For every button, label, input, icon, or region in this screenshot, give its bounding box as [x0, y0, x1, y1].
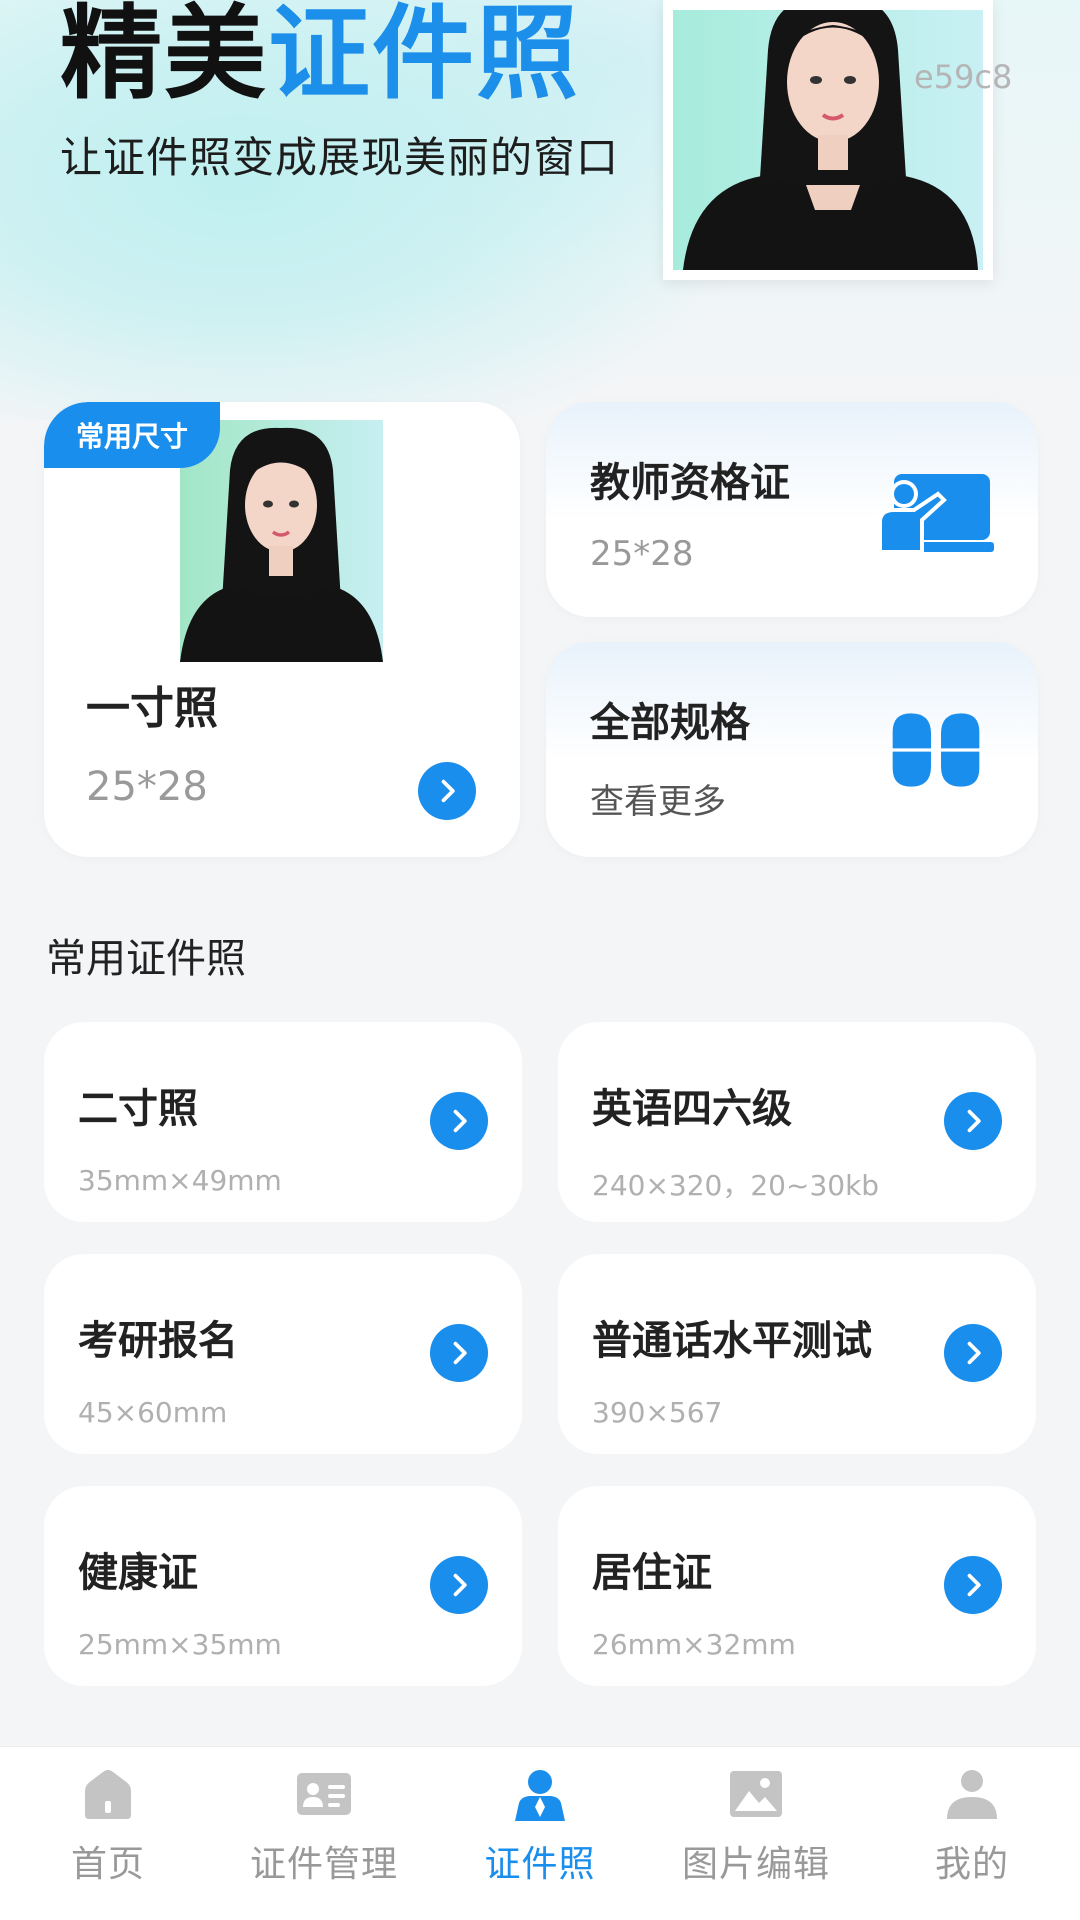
chevron-right-icon[interactable] [430, 1324, 488, 1382]
chevron-right-icon[interactable] [430, 1556, 488, 1614]
item-spec: 390×567 [592, 1396, 723, 1429]
side-card-title: 教师资格证 [590, 460, 790, 506]
hero-title-black: 精美 [60, 0, 268, 114]
list-item[interactable]: 考研报名 45×60mm [44, 1254, 522, 1454]
side-card-subtitle: 25*28 [590, 534, 694, 574]
list-item[interactable]: 普通话水平测试 390×567 [558, 1254, 1036, 1454]
tab-id-manage[interactable]: 证件管理 [216, 1747, 432, 1920]
featured-title: 一寸照 [86, 683, 218, 734]
person-portrait-icon [515, 1770, 565, 1821]
featured-portrait-photo [180, 420, 383, 662]
featured-size: 25*28 [86, 764, 208, 810]
item-spec: 25mm×35mm [78, 1628, 282, 1661]
list-item[interactable]: 健康证 25mm×35mm [44, 1486, 522, 1686]
side-card-subtitle: 查看更多 [590, 782, 726, 822]
home-icon [85, 1770, 131, 1819]
tab-label: 首页 [70, 1844, 145, 1885]
teacher-cert-card[interactable]: 教师资格证 25*28 [546, 402, 1038, 617]
section-title: 常用证件照 [46, 936, 246, 982]
item-title: 健康证 [78, 1550, 198, 1596]
hero-portrait-photo [663, 0, 993, 280]
hero-subtitle: 让证件照变成展现美丽的窗口 [60, 133, 620, 182]
tab-label: 我的 [934, 1844, 1009, 1885]
watermark-text: e59c8 [914, 58, 1013, 96]
item-spec: 240×320，20~30kb [592, 1169, 880, 1202]
chevron-right-icon[interactable] [944, 1324, 1002, 1382]
item-spec: 35mm×49mm [78, 1164, 282, 1197]
item-spec: 26mm×32mm [592, 1628, 796, 1661]
chevron-right-icon[interactable] [944, 1092, 1002, 1150]
hero-title: 精美证件照 [60, 0, 580, 110]
bottom-tab-bar: 首页 证件管理 证件照 图片编辑 我的 [0, 1746, 1080, 1920]
chevron-right-icon[interactable] [418, 762, 476, 820]
all-specs-card[interactable]: 全部规格 查看更多 [546, 642, 1038, 857]
item-spec: 45×60mm [78, 1396, 228, 1429]
featured-one-inch-card[interactable]: 常用尺寸 一寸照 25*28 [44, 402, 520, 857]
tab-label: 图片编辑 [681, 1844, 830, 1885]
item-title: 二寸照 [78, 1086, 198, 1132]
item-title: 居住证 [592, 1550, 712, 1596]
side-card-title: 全部规格 [590, 700, 750, 746]
item-title: 英语四六级 [592, 1086, 792, 1132]
tab-image-edit[interactable]: 图片编辑 [648, 1747, 864, 1920]
common-size-badge: 常用尺寸 [44, 402, 220, 468]
list-item[interactable]: 二寸照 35mm×49mm [44, 1022, 522, 1222]
teacher-board-icon [878, 474, 994, 554]
chevron-right-icon[interactable] [944, 1556, 1002, 1614]
tab-label: 证件照 [484, 1844, 596, 1885]
item-title: 普通话水平测试 [592, 1318, 872, 1364]
hero-title-blue: 证件照 [268, 0, 580, 114]
user-icon [947, 1770, 997, 1819]
item-title: 考研报名 [78, 1318, 238, 1364]
tab-label: 证件管理 [249, 1844, 398, 1885]
chevron-right-icon[interactable] [430, 1092, 488, 1150]
tab-home[interactable]: 首页 [0, 1747, 216, 1920]
tab-mine[interactable]: 我的 [864, 1747, 1080, 1920]
image-icon [730, 1771, 782, 1817]
list-item[interactable]: 居住证 26mm×32mm [558, 1486, 1036, 1686]
tab-id-photo[interactable]: 证件照 [432, 1747, 648, 1920]
four-petal-grid-icon [892, 713, 980, 787]
id-card-icon [297, 1773, 351, 1815]
list-item[interactable]: 英语四六级 240×320，20~30kb [558, 1022, 1036, 1222]
